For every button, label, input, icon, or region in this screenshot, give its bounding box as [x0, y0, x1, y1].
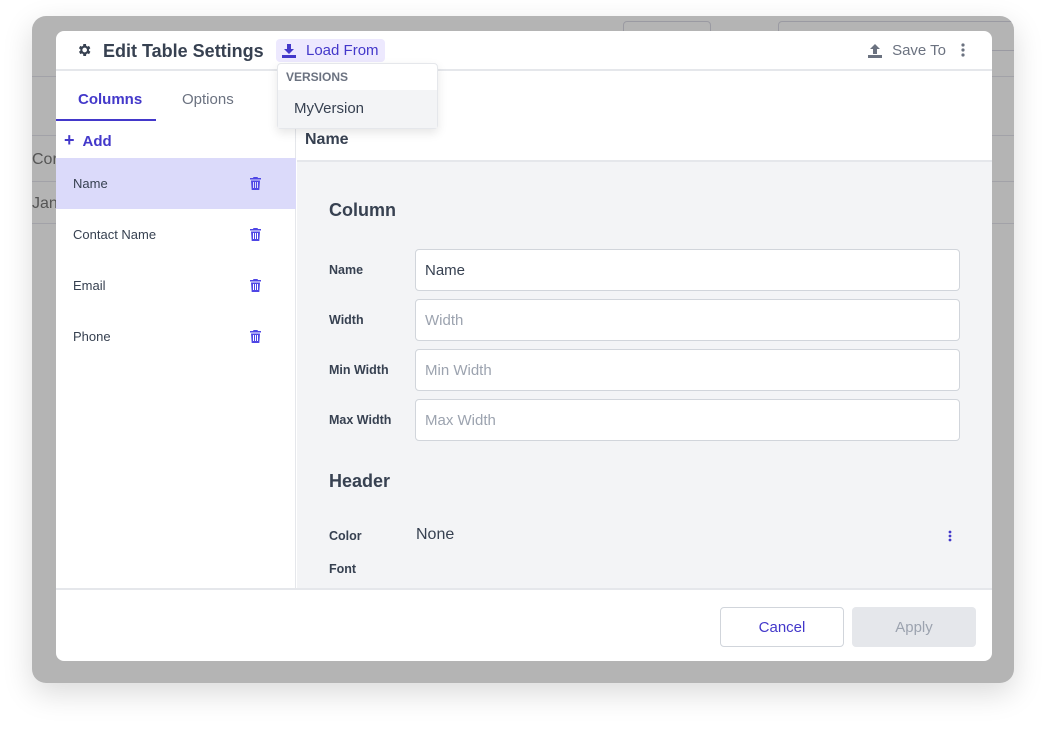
load-from-button[interactable]: Load From	[276, 39, 385, 62]
font-label: Font	[329, 562, 357, 576]
background-row-text: Cor	[32, 151, 58, 168]
edit-table-settings-dialog: Edit Table Settings Load From Save To Co…	[56, 31, 992, 661]
add-label: Add	[82, 133, 112, 150]
detail-title: Name	[305, 131, 349, 148]
versions-dropdown: VERSIONS MyVersion	[277, 63, 438, 129]
trash-icon[interactable]	[250, 177, 261, 190]
trash-icon[interactable]	[250, 330, 261, 343]
trash-icon[interactable]	[250, 228, 261, 241]
column-list-item[interactable]: Email	[56, 260, 296, 311]
upload-icon	[868, 43, 883, 58]
dialog-title: Edit Table Settings	[103, 41, 264, 61]
min-width-input[interactable]	[415, 349, 960, 391]
column-list-item[interactable]: Contact Name	[56, 209, 296, 260]
tab-columns[interactable]: Columns	[78, 91, 142, 108]
column-list-item[interactable]: Name	[56, 158, 296, 209]
column-label: Name	[73, 176, 108, 191]
width-input[interactable]	[415, 299, 960, 341]
gear-icon	[78, 44, 91, 56]
max-width-label: Max Width	[329, 413, 392, 427]
header-section-heading: Header	[329, 471, 391, 491]
column-label: Contact Name	[73, 227, 157, 242]
column-label: Email	[73, 278, 106, 293]
apply-button[interactable]: Apply	[852, 607, 976, 647]
download-icon	[282, 43, 296, 58]
column-section-heading: Column	[329, 200, 396, 220]
detail-form: Column Name Width Min Width Max Width He…	[297, 160, 992, 588]
columns-panel: Columns Options + Add Name Contact Name E…	[56, 71, 296, 588]
width-label: Width	[329, 313, 364, 327]
color-label: Color	[329, 529, 362, 543]
active-tab-indicator	[56, 119, 156, 121]
plus-icon: +	[64, 130, 75, 150]
color-options-icon[interactable]	[948, 530, 952, 542]
color-value[interactable]: None	[416, 526, 454, 544]
more-options-icon[interactable]	[961, 43, 965, 57]
max-width-input[interactable]	[415, 399, 960, 441]
trash-icon[interactable]	[250, 279, 261, 292]
add-column-button[interactable]: + Add	[64, 130, 112, 151]
tab-options[interactable]: Options	[182, 91, 234, 108]
versions-section-label: VERSIONS	[286, 70, 349, 84]
background-row-text: Jan	[32, 195, 58, 212]
save-to-button[interactable]: Save To	[868, 42, 946, 59]
min-width-label: Min Width	[329, 363, 389, 377]
name-label: Name	[329, 263, 364, 277]
dialog-footer: Cancel Apply	[56, 588, 992, 661]
dialog-header: Edit Table Settings Load From Save To	[56, 31, 992, 71]
save-to-label: Save To	[892, 42, 946, 59]
column-detail-panel: Name Column Name Width Min Width Max Wid…	[297, 71, 992, 588]
version-item[interactable]: MyVersion	[278, 90, 437, 128]
cancel-button[interactable]: Cancel	[720, 607, 844, 647]
name-input[interactable]	[415, 249, 960, 291]
column-list-item[interactable]: Phone	[56, 311, 296, 362]
column-label: Phone	[73, 329, 111, 344]
load-from-label: Load From	[306, 42, 379, 59]
